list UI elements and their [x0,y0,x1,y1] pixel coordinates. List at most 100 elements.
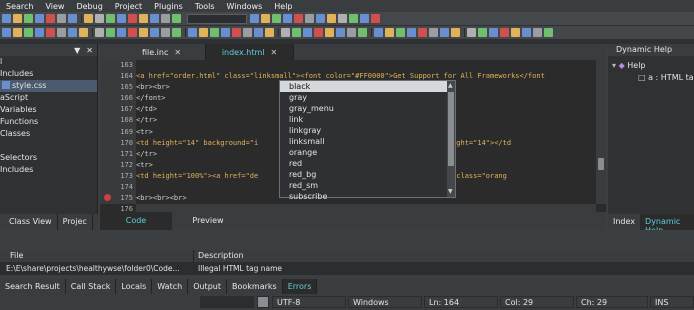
menu-help[interactable]: Help [268,2,298,11]
toolbar-button-icon[interactable] [35,28,44,37]
toolbar-button-icon[interactable] [347,28,356,37]
autocomplete-item[interactable]: red_bg [280,169,455,180]
autocomplete-item[interactable]: subscribe [280,191,455,202]
autocomplete-item[interactable]: gray [280,92,455,103]
autocomplete-item[interactable]: red_sm [280,180,455,191]
toolbar-button-icon[interactable] [314,28,323,37]
autocomplete-item[interactable]: gray_menu [280,103,455,114]
tree-item[interactable]: Selectors [0,152,97,164]
toolbar-button-icon[interactable] [150,28,159,37]
toolbar-button-icon[interactable] [371,14,380,23]
pin-icon[interactable]: ▼ [74,46,80,55]
toolbar-button-icon[interactable] [2,28,11,37]
toolbar-button-icon[interactable] [210,28,219,37]
column-header-file[interactable]: File [0,250,194,262]
autocomplete-item[interactable]: red [280,158,455,169]
toolbar-button-icon[interactable] [385,28,394,37]
output-tab[interactable]: Locals [116,279,153,294]
toolbar-button-icon[interactable] [106,14,115,23]
autocomplete-item[interactable]: linkgray [280,125,455,136]
menu-debug[interactable]: Debug [70,2,108,11]
close-icon[interactable]: ✕ [86,46,93,55]
status-line-ending[interactable]: Windows [348,296,422,308]
tab-file-inc[interactable]: file.inc ✕ [118,44,206,60]
toolbar-button-icon[interactable] [305,14,314,23]
tree-item[interactable]: l [0,56,97,68]
output-tab[interactable]: Search Result [0,279,66,294]
toolbar-button-icon[interactable] [500,28,509,37]
left-tab[interactable]: Projec [58,214,93,230]
toolbar-button-icon[interactable] [46,14,55,23]
tree-item[interactable]: Includes [0,68,97,80]
editor-vertical-scrollbar[interactable] [596,60,606,204]
toolbar-button-icon[interactable] [374,28,383,37]
toolbar-button-icon[interactable] [250,14,259,23]
toolbar-button-icon[interactable] [172,28,181,37]
toolbar-button-icon[interactable] [489,28,498,37]
toolbar-button-icon[interactable] [24,14,33,23]
toolbar-button-icon[interactable] [161,14,170,23]
toolbar-button-icon[interactable] [117,14,126,23]
toolbar-button-icon[interactable] [68,28,77,37]
autocomplete-item[interactable]: linksmall [280,136,455,147]
autocomplete-item[interactable]: orange [280,147,455,158]
toolbar-button-icon[interactable] [478,28,487,37]
column-header-description[interactable]: Description [194,250,244,262]
menu-plugins[interactable]: Plugins [148,2,189,11]
toolbar-button-icon[interactable] [294,14,303,23]
menu-view[interactable]: View [39,2,70,11]
toolbar-button-icon[interactable] [24,28,33,37]
status-encoding[interactable]: UTF-8 [272,296,346,308]
right-tab[interactable]: Index [608,214,640,230]
menu-windows[interactable]: Windows [221,2,269,11]
toolbar-button-icon[interactable] [128,14,137,23]
output-tab[interactable]: Call Stack [66,279,117,294]
toolbar-button-icon[interactable] [139,14,148,23]
tree-item[interactable]: Variables [0,104,97,116]
tree-item[interactable] [0,140,97,152]
toolbar-button-icon[interactable] [13,28,22,37]
tree-item[interactable]: Includes [0,164,97,176]
autocomplete-item[interactable]: black [280,81,455,92]
toolbar-button-icon[interactable] [338,14,347,23]
toolbar-button-icon[interactable] [303,28,312,37]
toolbar-button-icon[interactable] [327,14,336,23]
toolbar-button-icon[interactable] [57,28,66,37]
output-tab[interactable]: Watch [152,279,189,294]
toolbar-button-icon[interactable] [172,14,181,23]
output-tab[interactable]: Output [188,279,227,294]
output-tab[interactable]: Errors [282,279,318,294]
toolbar-dropdown[interactable] [187,13,247,24]
toolbar-button-icon[interactable] [316,14,325,23]
menu-tools[interactable]: Tools [189,2,221,11]
toolbar-button-icon[interactable] [283,14,292,23]
tree-item[interactable]: aScript [0,92,97,104]
toolbar-button-icon[interactable] [440,28,449,37]
toolbar-button-icon[interactable] [128,28,137,37]
toolbar-button-icon[interactable] [325,28,334,37]
left-tab[interactable]: Class View [0,214,58,230]
toolbar-button-icon[interactable] [467,28,476,37]
help-tree-item[interactable]: ▾ ◆ Help [612,60,694,72]
toolbar-button-icon[interactable] [272,14,281,23]
toolbar-button-icon[interactable] [451,28,460,37]
toolbar-button-icon[interactable] [265,28,274,37]
toolbar-button-icon[interactable] [407,28,416,37]
scroll-up-icon[interactable]: ▲ [448,83,454,89]
toolbar-button-icon[interactable] [221,28,230,37]
toolbar-button-icon[interactable] [281,28,290,37]
toolbar-button-icon[interactable] [418,28,427,37]
scroll-down-icon[interactable]: ▼ [448,189,454,195]
help-tree-item[interactable]: □ a : HTML tag [612,72,694,84]
toolbar-button-icon[interactable] [533,28,542,37]
toolbar-button-icon[interactable] [106,28,115,37]
output-tab[interactable]: Bookmarks [227,279,283,294]
toolbar-button-icon[interactable] [292,28,301,37]
toolbar-button-icon[interactable] [139,28,148,37]
editor-horizontal-scrollbar[interactable] [136,204,596,212]
toolbar-button-icon[interactable] [349,14,358,23]
close-icon[interactable]: ✕ [174,48,181,57]
error-marker-icon[interactable] [104,194,111,201]
toolbar-button-icon[interactable] [232,28,241,37]
close-icon[interactable]: ✕ [270,48,277,57]
